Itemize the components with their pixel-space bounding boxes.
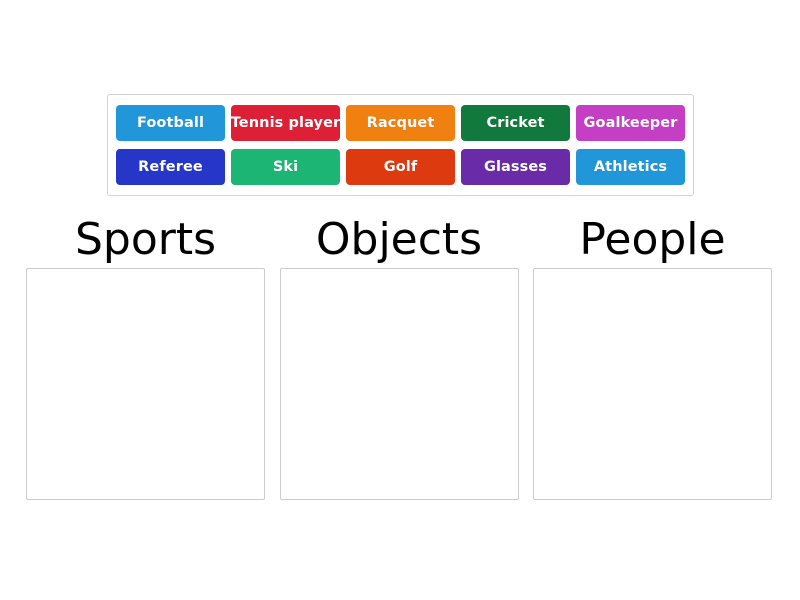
dropzone-sports[interactable] — [26, 268, 265, 500]
tile-label: Racquet — [366, 115, 435, 131]
category-sports: Sports — [26, 214, 265, 500]
tile-row-1: Football Tennis player Racquet Cricket G… — [113, 101, 688, 145]
dropzone-objects[interactable] — [279, 268, 519, 500]
tile-label: Tennis player — [231, 115, 340, 131]
tile-label: Referee — [138, 159, 203, 175]
tile-cricket[interactable]: Cricket — [461, 105, 570, 141]
word-tile-tray: Football Tennis player Racquet Cricket G… — [107, 94, 694, 196]
tile-football[interactable]: Football — [116, 105, 225, 141]
tile-label: Glasses — [483, 159, 548, 175]
tile-athletics[interactable]: Athletics — [576, 149, 685, 185]
tile-racquet[interactable]: Racquet — [346, 105, 455, 141]
tile-label: Goalkeeper — [583, 115, 678, 131]
category-objects: Objects — [279, 214, 519, 500]
tile-row-2: Referee Ski Golf Glasses Athletics — [113, 145, 688, 189]
tile-label: Athletics — [593, 159, 668, 175]
tile-label: Golf — [383, 159, 418, 175]
tile-label: Cricket — [486, 115, 545, 131]
tile-label: Football — [136, 115, 205, 131]
tile-referee[interactable]: Referee — [116, 149, 225, 185]
tile-goalkeeper[interactable]: Goalkeeper — [576, 105, 685, 141]
category-title-objects: Objects — [315, 214, 483, 265]
tile-ski[interactable]: Ski — [231, 149, 340, 185]
category-title-people: People — [579, 214, 726, 265]
dropzone-people[interactable] — [533, 268, 772, 500]
tile-label: Ski — [272, 159, 299, 175]
category-columns: Sports Objects People — [26, 214, 772, 500]
category-title-sports: Sports — [74, 214, 217, 265]
tile-glasses[interactable]: Glasses — [461, 149, 570, 185]
tile-golf[interactable]: Golf — [346, 149, 455, 185]
tile-tennis-player[interactable]: Tennis player — [231, 105, 340, 141]
category-people: People — [533, 214, 772, 500]
